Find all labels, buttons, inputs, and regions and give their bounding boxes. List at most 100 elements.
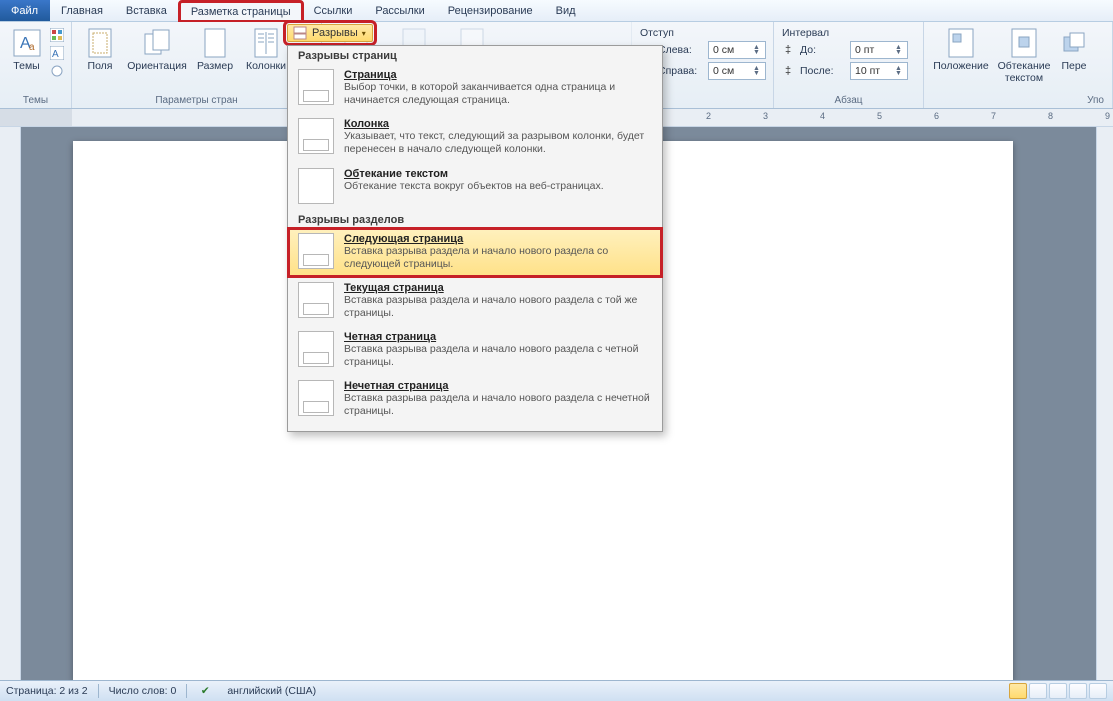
theme-fonts-icon[interactable]: A <box>49 45 65 61</box>
ruler-tick: 2 <box>706 111 711 121</box>
breaks-icon <box>292 25 308 41</box>
ruler-tick: 5 <box>877 111 882 121</box>
tab-view[interactable]: Вид <box>545 0 588 21</box>
status-word-count[interactable]: Число слов: 0 <box>109 685 177 697</box>
spacing-after-label: После: <box>800 65 846 77</box>
section-break-even-page-desc: Вставка разрыва раздела и начало нового … <box>344 343 652 369</box>
group-arrange: Положение Обтекание текстом Пере Упо <box>924 22 1113 108</box>
section-break-continuous-icon <box>298 282 334 318</box>
break-page[interactable]: СтраницаВыбор точки, в которой заканчива… <box>288 64 662 113</box>
indent-left-label: Слева: <box>658 44 704 56</box>
section-break-odd-page[interactable]: Нечетная страницаВставка разрыва раздела… <box>288 375 662 424</box>
section-break-even-page[interactable]: Четная страницаВставка разрыва раздела и… <box>288 326 662 375</box>
columns-label: Колонки <box>246 61 286 73</box>
margins-icon <box>84 27 116 59</box>
group-themes-label: Темы <box>6 95 65 108</box>
indent-right-input[interactable]: 0 см▲▼ <box>708 62 766 80</box>
vertical-scrollbar[interactable] <box>1096 127 1113 680</box>
wrap-text-label: Обтекание текстом <box>998 61 1051 84</box>
position-button[interactable]: Положение <box>930 25 992 75</box>
bring-forward-label: Пере <box>1061 61 1086 73</box>
section-section-breaks: Разрывы разделов <box>288 210 662 228</box>
status-bar: Страница: 2 из 2 Число слов: 0 ✔ английс… <box>0 680 1113 701</box>
tab-references[interactable]: Ссылки <box>303 0 365 21</box>
view-web-layout[interactable] <box>1049 683 1067 699</box>
section-break-odd-page-desc: Вставка разрыва раздела и начало нового … <box>344 392 652 418</box>
group-paragraph-label: Абзац <box>780 95 917 108</box>
ribbon-tabs: Файл Главная Вставка Разметка страницы С… <box>0 0 1113 22</box>
svg-text:a: a <box>29 42 35 53</box>
tab-file[interactable]: Файл <box>0 0 50 21</box>
break-column-desc: Указывает, что текст, следующий за разры… <box>344 130 652 156</box>
breaks-dropdown: Разрывы страниц СтраницаВыбор точки, в к… <box>287 45 663 432</box>
group-spacing: Интервал ‡ До: 0 пт▲▼ ‡ После: 10 пт▲▼ А… <box>774 22 924 108</box>
size-icon <box>199 27 231 59</box>
tab-mailings[interactable]: Рассылки <box>364 0 436 21</box>
section-break-even-page-icon <box>298 331 334 367</box>
size-label: Размер <box>197 61 233 73</box>
margins-button[interactable]: Поля <box>78 25 122 75</box>
break-text-wrapping-icon <box>298 168 334 204</box>
ribbon: Aa Темы A Темы Поля Ориентация <box>0 22 1113 109</box>
spacing-after-icon: ‡ <box>780 63 796 79</box>
view-draft[interactable] <box>1089 683 1107 699</box>
spellcheck-icon[interactable]: ✔ <box>197 683 213 699</box>
wrap-text-button[interactable]: Обтекание текстом <box>994 25 1054 86</box>
breaks-label: Разрывы <box>312 27 358 39</box>
ruler-tick: 8 <box>1048 111 1053 121</box>
ruler-tick: 3 <box>763 111 768 121</box>
svg-text:A: A <box>52 49 59 60</box>
view-buttons <box>1009 683 1107 699</box>
status-language[interactable]: английский (США) <box>227 685 316 697</box>
theme-effects-icon[interactable] <box>49 63 65 79</box>
indent-right-label: Справа: <box>658 65 704 77</box>
spacing-header: Интервал <box>782 27 829 39</box>
orientation-label: Ориентация <box>127 61 187 73</box>
themes-label: Темы <box>13 61 39 73</box>
wrap-text-icon <box>1008 27 1040 59</box>
indent-header: Отступ <box>640 27 674 39</box>
view-print-layout[interactable] <box>1009 683 1027 699</box>
group-arrange-label: Упо <box>930 95 1106 108</box>
breaks-button[interactable]: Разрывы ▾ <box>287 24 373 42</box>
bring-forward-icon <box>1058 27 1090 59</box>
section-page-breaks: Разрывы страниц <box>288 46 662 64</box>
section-break-continuous[interactable]: Текущая страницаВставка разрыва раздела … <box>288 277 662 326</box>
tab-insert[interactable]: Вставка <box>115 0 179 21</box>
break-text-wrapping[interactable]: Обтекание текстомОбтекание текста вокруг… <box>288 163 662 210</box>
ruler-tick: 7 <box>991 111 996 121</box>
ruler-tick: 9 <box>1105 111 1110 121</box>
view-full-screen[interactable] <box>1029 683 1047 699</box>
section-break-next-page[interactable]: Следующая страницаВставка разрыва раздел… <box>288 228 662 277</box>
section-break-next-page-desc: Вставка разрыва раздела и начало нового … <box>344 245 652 271</box>
bring-forward-button[interactable]: Пере <box>1056 25 1092 75</box>
spacing-before-input[interactable]: 0 пт▲▼ <box>850 41 908 59</box>
themes-icon: Aa <box>11 27 43 59</box>
dropdown-arrow-icon: ▾ <box>362 29 366 38</box>
vertical-ruler[interactable] <box>0 127 21 680</box>
tab-page-layout[interactable]: Разметка страницы <box>179 1 303 22</box>
theme-colors-icon[interactable] <box>49 27 65 43</box>
orientation-icon <box>141 27 173 59</box>
tab-home[interactable]: Главная <box>50 0 115 21</box>
ruler-tick: 4 <box>820 111 825 121</box>
group-themes: Aa Темы A Темы <box>0 22 72 108</box>
section-break-continuous-desc: Вставка разрыва раздела и начало нового … <box>344 294 652 320</box>
tab-review[interactable]: Рецензирование <box>437 0 545 21</box>
spacing-before-icon: ‡ <box>780 42 796 58</box>
spacing-after-input[interactable]: 10 пт▲▼ <box>850 62 908 80</box>
position-icon <box>945 27 977 59</box>
orientation-button[interactable]: Ориентация <box>124 25 190 75</box>
break-column[interactable]: КолонкаУказывает, что текст, следующий з… <box>288 113 662 162</box>
columns-icon <box>250 27 282 59</box>
size-button[interactable]: Размер <box>192 25 238 75</box>
status-page[interactable]: Страница: 2 из 2 <box>6 685 88 697</box>
position-label: Положение <box>933 61 989 73</box>
columns-button[interactable]: Колонки <box>240 25 292 75</box>
ruler-tick: 6 <box>934 111 939 121</box>
view-outline[interactable] <box>1069 683 1087 699</box>
section-break-next-page-icon <box>298 233 334 269</box>
themes-button[interactable]: Aa Темы <box>6 25 47 75</box>
break-text-wrapping-desc: Обтекание текста вокруг объектов на веб-… <box>344 180 652 193</box>
indent-left-input[interactable]: 0 см▲▼ <box>708 41 766 59</box>
